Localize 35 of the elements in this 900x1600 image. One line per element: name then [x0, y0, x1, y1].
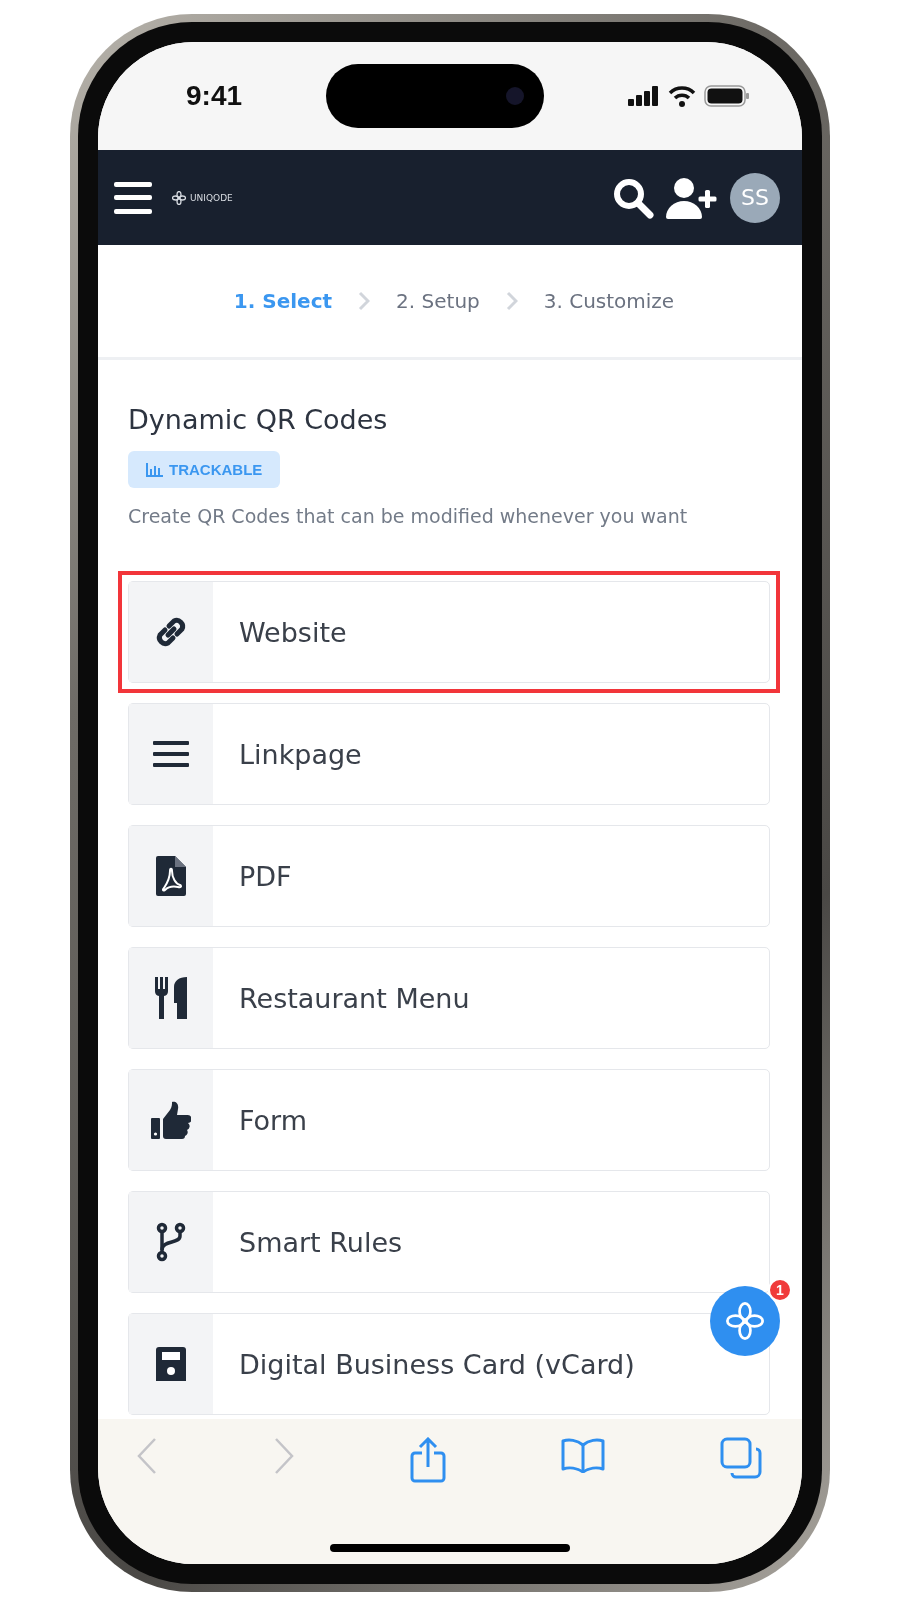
qr-type-option[interactable]: PDF [128, 825, 770, 927]
wifi-icon [668, 85, 696, 107]
search-icon[interactable] [612, 176, 654, 219]
section-title: Dynamic QR Codes [128, 404, 389, 435]
badge-label: TRACKABLE [169, 461, 263, 478]
section-description: Create QR Codes that can be modified whenever you want [128, 504, 689, 529]
pdf-file-icon [156, 856, 186, 896]
battery-icon [704, 85, 750, 107]
flower-logo-icon [172, 190, 186, 205]
chevron-right-icon [358, 291, 371, 311]
add-user-icon[interactable] [666, 176, 718, 219]
qr-type-option[interactable]: Website [128, 581, 770, 683]
share-icon[interactable] [410, 1437, 446, 1483]
chevron-right-icon [505, 291, 518, 311]
qr-type-option[interactable]: Linkpage [128, 703, 770, 805]
step-tab[interactable]: 2. Setup [396, 289, 480, 313]
bar-chart-icon [146, 462, 163, 477]
notification-badge: 1 [768, 1278, 792, 1302]
branch-icon [156, 1222, 186, 1262]
camera-icon [504, 85, 526, 107]
status-time: 9:41 [186, 80, 243, 112]
qr-type-option[interactable]: Form [128, 1069, 770, 1171]
list-icon [153, 739, 189, 769]
step-tab[interactable]: 3. Customize [543, 289, 675, 313]
flower-logo-icon [726, 1302, 764, 1340]
qr-type-option[interactable]: Smart Rules [128, 1191, 770, 1293]
thumbs-up-icon [151, 1101, 191, 1139]
qr-type-option[interactable]: Restaurant Menu [128, 947, 770, 1049]
qr-type-option[interactable]: Digital Business Card (vCard) [128, 1313, 770, 1415]
tabs-icon[interactable] [720, 1437, 762, 1479]
signal-icon [628, 86, 660, 106]
utensils-icon [153, 977, 189, 1019]
logo-text: UNIQODE [190, 192, 233, 203]
menu-icon[interactable] [114, 180, 152, 215]
book-icon[interactable] [561, 1437, 605, 1473]
